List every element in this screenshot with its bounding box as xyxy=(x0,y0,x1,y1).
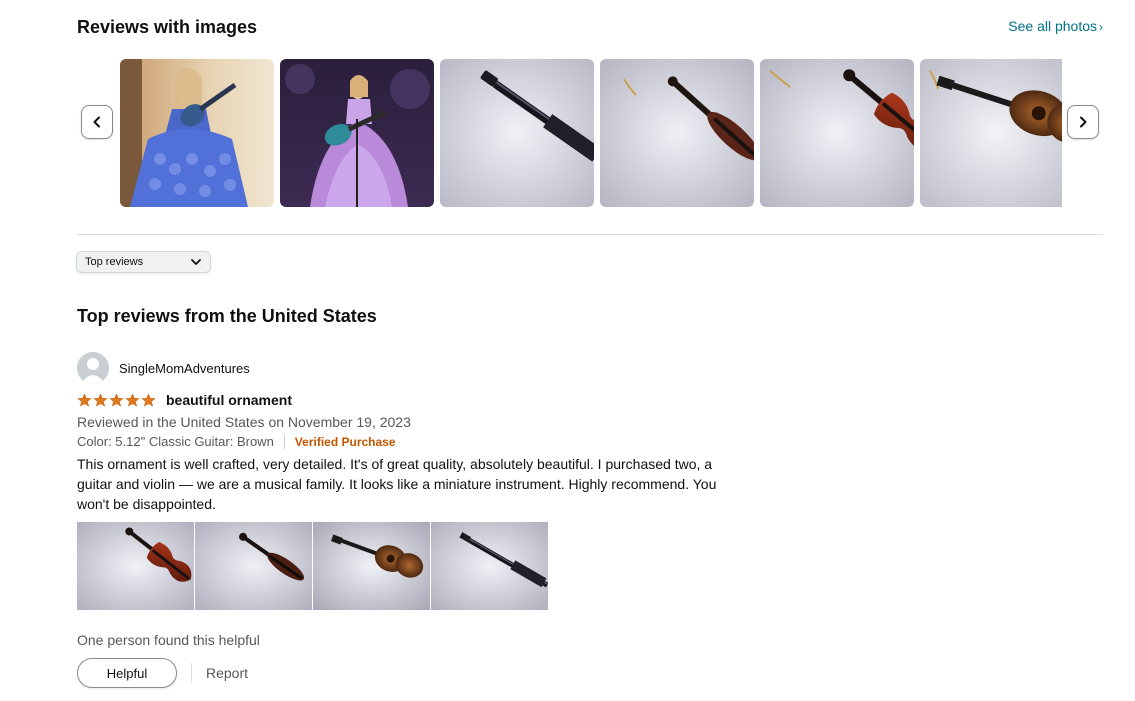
review-title[interactable]: beautiful ornament xyxy=(166,392,292,408)
review-image[interactable] xyxy=(431,522,548,610)
review-image-thumbnail[interactable] xyxy=(760,59,914,207)
review-date: Reviewed in the United States on Novembe… xyxy=(77,414,411,430)
review-image-thumbnail[interactable] xyxy=(920,59,1062,207)
user-avatar-icon xyxy=(77,352,109,384)
avatar xyxy=(77,352,109,384)
violin-ornament-photo xyxy=(760,59,914,207)
guitar-neck-ornament-photo xyxy=(440,59,594,207)
variant-info[interactable]: Color: 5.12" Classic Guitar: Brown xyxy=(77,432,274,452)
report-link[interactable]: Report xyxy=(206,665,248,681)
review-image[interactable] xyxy=(313,522,430,610)
performer-with-guitar-photo xyxy=(280,59,434,207)
chevron-right-icon xyxy=(1080,116,1087,128)
review-card: SingleMomAdventures beautiful ornament R… xyxy=(77,352,757,688)
section-divider xyxy=(77,234,1103,235)
carousel-next-button[interactable] xyxy=(1067,105,1099,139)
chevron-right-icon: › xyxy=(1099,20,1103,34)
see-all-photos-link[interactable]: See all photos › xyxy=(1008,18,1103,34)
review-image-thumbnail[interactable] xyxy=(280,59,434,207)
top-reviews-title: Top reviews from the United States xyxy=(77,306,377,326)
separator xyxy=(283,435,285,449)
sort-reviews-dropdown[interactable]: Top reviews xyxy=(76,251,211,273)
doll-with-guitar-photo xyxy=(120,59,274,207)
chevron-down-icon xyxy=(191,259,201,265)
reviewer-name: SingleMomAdventures xyxy=(119,360,250,376)
review-image[interactable] xyxy=(195,522,312,610)
chevron-left-icon xyxy=(93,116,100,128)
guitar-photo xyxy=(313,522,430,610)
violin-photo xyxy=(77,522,194,610)
star-icon xyxy=(109,392,124,408)
review-images-carousel xyxy=(120,59,1062,207)
star-icon xyxy=(125,392,140,408)
verified-purchase-badge: Verified Purchase xyxy=(294,435,396,449)
helpful-count: One person found this helpful xyxy=(77,632,260,648)
review-image-thumbnail[interactable] xyxy=(600,59,754,207)
reviewer-profile[interactable]: SingleMomAdventures xyxy=(77,352,757,384)
star-icon xyxy=(93,392,108,408)
review-actions: Helpful Report xyxy=(77,658,757,688)
star-icon xyxy=(141,392,156,408)
guitar-ornament-photo xyxy=(920,59,1062,207)
sort-selected-value: Top reviews xyxy=(85,256,144,268)
see-all-photos-label: See all photos xyxy=(1008,18,1097,34)
review-image-thumbnail[interactable] xyxy=(440,59,594,207)
review-images xyxy=(77,522,757,610)
rating-line: beautiful ornament xyxy=(77,390,757,410)
reviews-with-images-title: Reviews with images xyxy=(77,17,258,37)
variant-line: Color: 5.12" Classic Guitar: Brown Verif… xyxy=(77,432,757,452)
star-icon xyxy=(77,392,92,408)
violin-side-photo xyxy=(195,522,312,610)
violin-side-ornament-photo xyxy=(600,59,754,207)
helpful-button[interactable]: Helpful xyxy=(77,658,177,688)
guitar-neck-photo xyxy=(431,522,548,610)
separator xyxy=(191,663,192,683)
review-image[interactable] xyxy=(77,522,194,610)
review-image-thumbnail[interactable] xyxy=(120,59,274,207)
star-rating[interactable] xyxy=(77,392,156,408)
review-body: This ornament is well crafted, very deta… xyxy=(77,456,717,512)
carousel-prev-button[interactable] xyxy=(81,105,113,139)
